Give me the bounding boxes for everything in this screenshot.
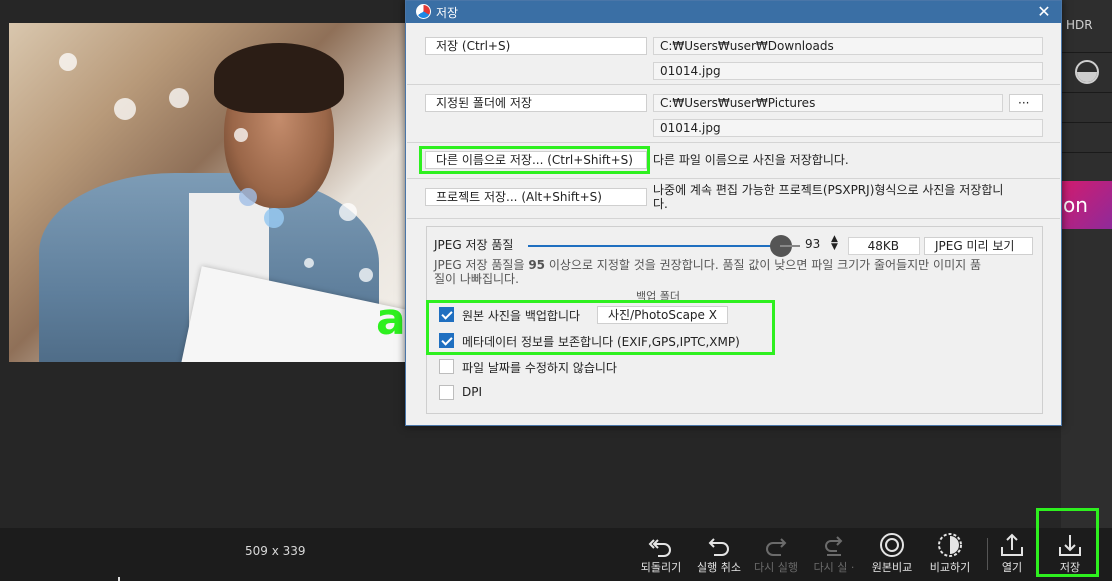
jpeg-quality-value[interactable]: 93 xyxy=(805,237,820,251)
save-highlight-box xyxy=(1036,508,1099,577)
bottom-toolbar: 509 x 339 되돌리기 실행 취소 다시 실행 다시 실 · 원본비교 비… xyxy=(0,528,1112,581)
effect-thumbnail-label: on xyxy=(1063,193,1088,217)
bokeh-light xyxy=(59,53,77,71)
jpeg-quality-hint: JPEG 저장 품질을 95 이상으로 지정할 것을 권장합니다. 품질 값이 … xyxy=(434,258,981,272)
jpeg-preview-button[interactable]: JPEG 미리 보기 xyxy=(924,237,1033,255)
dpi-label: DPI xyxy=(462,385,483,399)
bokeh-light xyxy=(169,88,189,108)
open-button[interactable]: 열기 xyxy=(987,532,1037,576)
save-as-highlight-box xyxy=(419,146,650,174)
divider xyxy=(1061,152,1112,153)
divider xyxy=(1061,92,1112,93)
bokeh-light xyxy=(234,128,248,142)
jpeg-quality-slider-rest xyxy=(780,245,800,247)
undo-label: 실행 취소 xyxy=(697,561,741,574)
open-label: 열기 xyxy=(1001,561,1023,574)
photo-canvas[interactable] xyxy=(9,23,406,362)
scroll-marker xyxy=(118,577,120,581)
save-path-field[interactable]: C:₩Users₩user₩Downloads xyxy=(653,37,1043,55)
revert-label: 되돌리기 xyxy=(640,561,682,574)
redo-button[interactable]: 다시 실행 xyxy=(751,532,801,576)
keep-file-date-checkbox[interactable] xyxy=(439,359,454,374)
quality-spinner-icon[interactable]: ▲ ▼ xyxy=(831,235,838,252)
bokeh-light xyxy=(114,98,136,120)
compare-original-icon xyxy=(867,532,917,558)
jpeg-quality-label: JPEG 저장 품질 xyxy=(434,238,514,252)
hdr-tab[interactable]: HDR xyxy=(1066,18,1093,32)
compare-label: 비교하기 xyxy=(929,561,971,574)
annotation-letter: a xyxy=(376,294,406,345)
save-now-button[interactable]: 저장 (Ctrl+S) xyxy=(425,37,647,55)
hint-text-a: JPEG 저장 품질을 xyxy=(434,258,529,272)
jpeg-quality-hint-line2: 질이 나빠집니다. xyxy=(434,272,519,286)
divider xyxy=(1061,52,1112,53)
dialog-titlebar[interactable]: 저장 ✕ xyxy=(406,1,1061,23)
jpeg-file-size: 48KB xyxy=(848,237,920,255)
app-logo-icon xyxy=(416,4,431,19)
divider xyxy=(1061,122,1112,123)
save-as-description: 다른 파일 이름으로 사진을 저장합니다. xyxy=(653,153,849,167)
compare-icon xyxy=(925,532,975,558)
jpeg-quality-slider-track[interactable] xyxy=(528,245,781,247)
save-project-description-line1: 나중에 계속 편집 가능한 프로젝트(PSXPRJ)형식으로 사진을 저장합니 xyxy=(653,183,1004,197)
redo-all-icon xyxy=(809,532,859,558)
bokeh-light xyxy=(264,208,284,228)
dpi-checkbox[interactable] xyxy=(439,385,454,400)
hint-recommended-value: 95 xyxy=(528,258,546,272)
revert-icon xyxy=(636,532,686,558)
compare-original-button[interactable]: 원본비교 xyxy=(867,532,917,576)
bokeh-light xyxy=(304,258,314,268)
undo-icon xyxy=(694,532,744,558)
hint-text-c: 이상으로 지정할 것을 권장합니다. 품질 값이 낮으면 파일 크기가 줄어들지… xyxy=(545,258,982,272)
bokeh-light xyxy=(359,268,373,282)
redo-icon xyxy=(751,532,801,558)
redo-all-button[interactable]: 다시 실 · xyxy=(809,532,859,576)
redo-label: 다시 실행 xyxy=(754,561,798,574)
close-icon[interactable]: ✕ xyxy=(1033,1,1055,23)
browse-folder-button[interactable]: ··· xyxy=(1009,94,1043,112)
backup-metadata-highlight-box xyxy=(426,300,775,355)
undo-button[interactable]: 실행 취소 xyxy=(694,532,744,576)
redo-all-label: 다시 실 · xyxy=(813,561,855,574)
photo-editor-app: HDR on 509 x 339 되돌리기 실행 취소 다시 실행 다시 실 ·… xyxy=(0,0,1112,581)
save-to-folder-button[interactable]: 지정된 폴더에 저장 xyxy=(425,94,647,112)
dialog-title: 저장 xyxy=(436,6,459,20)
bokeh-light xyxy=(239,188,257,206)
image-dimensions: 509 x 339 xyxy=(245,544,306,558)
folder-filename-field[interactable]: 01014.jpg xyxy=(653,119,1043,137)
compare-original-label: 원본비교 xyxy=(871,561,913,574)
folder-path-field[interactable]: C:₩Users₩user₩Pictures xyxy=(653,94,1003,112)
open-icon xyxy=(987,532,1037,558)
revert-button[interactable]: 되돌리기 xyxy=(636,532,686,576)
half-circle-icon[interactable] xyxy=(1075,60,1099,84)
compare-button[interactable]: 비교하기 xyxy=(925,532,975,576)
save-project-button[interactable]: 프로젝트 저장... (Alt+Shift+S) xyxy=(425,188,647,206)
keep-file-date-label: 파일 날짜를 수정하지 않습니다 xyxy=(462,361,617,375)
bokeh-light xyxy=(339,203,357,221)
effect-thumbnail[interactable]: on xyxy=(1061,181,1112,229)
save-filename-field[interactable]: 01014.jpg xyxy=(653,62,1043,80)
save-project-description-line2: 다. xyxy=(653,197,668,211)
save-dialog: 저장 ✕ 저장 (Ctrl+S) C:₩Users₩user₩Downloads… xyxy=(405,0,1062,426)
photo-person-hair xyxy=(214,43,344,113)
